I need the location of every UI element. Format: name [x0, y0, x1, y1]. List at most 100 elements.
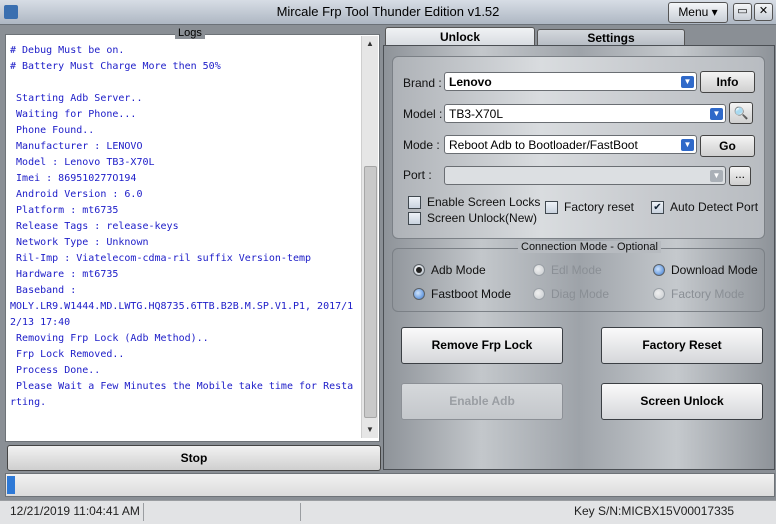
log-line: Manufacturer : LENOVO	[10, 141, 143, 152]
log-line: Please Wait a Few Minutes the Mobile tak…	[10, 381, 354, 408]
log-line: Android Version : 6.0	[10, 189, 143, 200]
scroll-thumb[interactable]	[364, 166, 377, 418]
port-browse-button[interactable]: ...	[729, 166, 751, 186]
remove-frp-lock-button[interactable]: Remove Frp Lock	[401, 327, 563, 364]
auto-detect-port-checkbox[interactable]: ✔ Auto Detect Port	[651, 200, 758, 214]
scroll-down-icon[interactable]: ▼	[362, 422, 378, 438]
log-line: Ril-Imp : Viatelecom-cdma-ril suffix Ver…	[10, 253, 312, 264]
log-line: Network Type : Unknown	[10, 237, 149, 248]
connection-mode-group: Connection Mode - Optional Adb Mode Edl …	[392, 241, 765, 312]
log-output: # Debug Must be on. # Battery Must Charge…	[10, 43, 358, 439]
status-separator	[143, 503, 144, 521]
brand-select[interactable]: Lenovo ▼	[444, 72, 697, 91]
minimize-icon[interactable]: ▭	[733, 3, 752, 21]
brand-value: Lenovo	[449, 75, 492, 89]
tab-settings[interactable]: Settings	[537, 29, 685, 46]
model-select[interactable]: TB3-X70L ▼	[444, 104, 726, 123]
radio-dot[interactable]	[413, 264, 425, 276]
logs-label: Logs	[175, 27, 205, 39]
log-line: Platform : mt6735	[10, 205, 119, 216]
status-datetime: 12/21/2019 11:04:41 AM	[10, 504, 140, 518]
log-line: Baseband :	[10, 285, 77, 296]
log-line: Model : Lenovo TB3-X70L	[10, 157, 155, 168]
diag-mode-radio[interactable]: Diag Mode	[533, 287, 609, 301]
progress-bar	[5, 473, 775, 497]
log-line: Starting Adb Server..	[10, 93, 143, 104]
title-bar: Mircale Frp Tool Thunder Edition v1.52 M…	[0, 0, 776, 25]
mode-select[interactable]: Reboot Adb to Bootloader/FastBoot ▼	[444, 135, 697, 154]
scroll-up-icon[interactable]: ▲	[362, 36, 378, 52]
enable-screen-locks-label: Enable Screen Locks	[427, 195, 541, 209]
connection-mode-label: Connection Mode - Optional	[518, 241, 661, 253]
brand-label: Brand :	[403, 76, 442, 90]
chevron-down-icon[interactable]: ▼	[681, 76, 694, 88]
log-line: Removing Frp Lock (Adb Method)..	[10, 333, 209, 344]
window-title: Mircale Frp Tool Thunder Edition v1.52	[276, 4, 500, 19]
diag-mode-label: Diag Mode	[551, 287, 610, 301]
checkbox-box[interactable]	[408, 211, 421, 225]
tab-unlock[interactable]: Unlock	[385, 27, 535, 46]
download-mode-label: Download Mode	[671, 263, 758, 277]
search-icon[interactable]: 🔍	[729, 102, 753, 124]
mode-value: Reboot Adb to Bootloader/FastBoot	[449, 138, 638, 152]
radio-dot[interactable]	[533, 264, 545, 276]
log-line: Phone Found..	[10, 125, 95, 136]
radio-dot[interactable]	[653, 288, 665, 300]
log-line: Process Done..	[10, 365, 101, 376]
log-line: Frp Lock Removed..	[10, 349, 125, 360]
factory-reset-checkbox[interactable]: Factory reset	[545, 200, 634, 214]
port-label: Port :	[403, 168, 432, 182]
checkbox-box[interactable]	[545, 200, 558, 214]
port-select[interactable]: ▼	[444, 166, 726, 185]
edl-mode-label: Edl Mode	[551, 263, 602, 277]
log-line: Imei : 869510277O194	[10, 173, 137, 184]
radio-dot[interactable]	[533, 288, 545, 300]
adb-mode-label: Adb Mode	[431, 263, 486, 277]
log-line: # Debug Must be on.	[10, 45, 125, 56]
adb-mode-radio[interactable]: Adb Mode	[413, 263, 486, 277]
status-key: Key S/N:MICBX15V00017335	[574, 504, 735, 518]
enable-screen-locks-checkbox[interactable]: Enable Screen Locks	[408, 195, 540, 209]
screen-unlock-new-checkbox[interactable]: Screen Unlock(New)	[408, 211, 537, 225]
factory-mode-label: Factory Mode	[671, 287, 745, 301]
status-separator	[300, 503, 301, 521]
chevron-down-icon[interactable]: ▼	[681, 139, 694, 151]
enable-adb-button[interactable]: Enable Adb	[401, 383, 563, 420]
screen-unlock-button[interactable]: Screen Unlock	[601, 383, 763, 420]
factory-reset-button[interactable]: Factory Reset	[601, 327, 763, 364]
screen-unlock-new-label: Screen Unlock(New)	[427, 211, 538, 225]
radio-dot[interactable]	[653, 264, 665, 276]
log-line: MOLY.LR9.W1444.MD.LWTG.HQ8735.6TTB.B2B.M…	[10, 301, 354, 328]
fastboot-mode-label: Fastboot Mode	[431, 287, 512, 301]
log-line: # Battery Must Charge More then 50%	[10, 61, 221, 72]
fastboot-mode-radio[interactable]: Fastboot Mode	[413, 287, 511, 301]
model-label: Model :	[403, 107, 443, 121]
stop-button[interactable]: Stop	[7, 445, 381, 471]
edl-mode-radio[interactable]: Edl Mode	[533, 263, 602, 277]
auto-detect-port-label: Auto Detect Port	[670, 200, 759, 214]
log-scrollbar[interactable]: ▲ ▼	[361, 36, 378, 438]
mode-label: Mode :	[403, 138, 440, 152]
model-value: TB3-X70L	[449, 107, 504, 121]
check-icon[interactable]: ✔	[651, 200, 664, 214]
checkbox-box[interactable]	[408, 195, 421, 209]
go-button[interactable]: Go	[700, 135, 755, 157]
download-mode-radio[interactable]: Download Mode	[653, 263, 758, 277]
info-button[interactable]: Info	[700, 71, 755, 93]
device-group: Brand : Lenovo ▼ Info Model : TB3-X70L ▼…	[392, 56, 765, 239]
progress-fill	[7, 476, 15, 494]
chevron-down-icon[interactable]: ▼	[710, 170, 723, 182]
logs-panel: # Debug Must be on. # Battery Must Charge…	[5, 34, 380, 442]
radio-dot[interactable]	[413, 288, 425, 300]
log-line: Release Tags : release-keys	[10, 221, 179, 232]
menu-button[interactable]: Menu ▾	[668, 2, 728, 23]
unlock-panel: Brand : Lenovo ▼ Info Model : TB3-X70L ▼…	[383, 45, 775, 470]
status-bar: 12/21/2019 11:04:41 AM Key S/N:MICBX15V0…	[0, 500, 776, 524]
log-line: Hardware : mt6735	[10, 269, 119, 280]
factory-mode-radio[interactable]: Factory Mode	[653, 287, 744, 301]
chevron-down-icon[interactable]: ▼	[710, 108, 723, 120]
log-line: Waiting for Phone...	[10, 109, 137, 120]
factory-reset-label: Factory reset	[564, 200, 635, 214]
close-icon[interactable]: ✕	[754, 3, 773, 21]
